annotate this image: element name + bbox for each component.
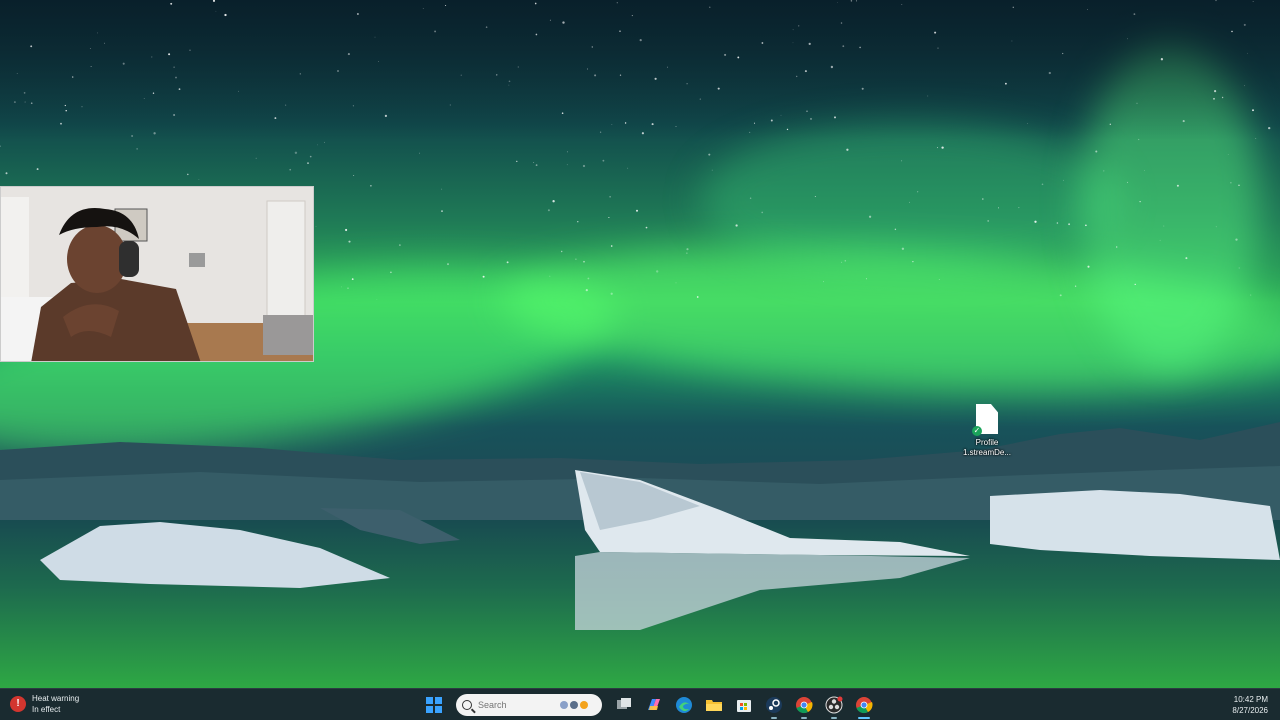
chrome-button[interactable]: [792, 693, 816, 719]
icebergs: [40, 470, 1280, 630]
obs-button[interactable]: [822, 693, 846, 719]
file-explorer-button[interactable]: [702, 693, 726, 717]
start-button[interactable]: [422, 693, 446, 717]
copilot-button[interactable]: [642, 693, 666, 717]
clock-time: 10:42 PM: [1233, 695, 1268, 704]
start-icon: [426, 697, 442, 713]
taskbar: ! Heat warning In effect Search 10:42 PM…: [0, 688, 1280, 720]
heat-warning-icon: !: [10, 696, 26, 712]
webcam-overlay: [0, 186, 314, 362]
microsoft-store-button[interactable]: [732, 693, 756, 717]
steam-button[interactable]: [762, 693, 786, 719]
microsoft-store-icon: [737, 700, 751, 712]
weather-title: Heat warning: [32, 694, 80, 703]
chrome-button-active[interactable]: [852, 693, 876, 719]
webcam-feed: [1, 187, 313, 361]
file-explorer-icon: [706, 700, 722, 711]
copilot-icon: [648, 699, 660, 710]
steam-icon: [766, 697, 782, 713]
task-view-button[interactable]: [612, 693, 636, 717]
desktop-icon-label: Profile 1.streamDe...: [962, 438, 1011, 457]
system-clock[interactable]: 10:42 PM 8/27/2026: [1232, 694, 1268, 716]
taskbar-center: [422, 692, 876, 719]
obs-icon: [825, 696, 843, 714]
clock-date: 8/27/2026: [1232, 706, 1268, 715]
edge-button[interactable]: [672, 693, 696, 717]
weather-widget[interactable]: ! Heat warning In effect: [10, 693, 79, 715]
chrome-icon: [796, 697, 813, 714]
search-icon: [462, 700, 472, 710]
desktop-icon-profile-file[interactable]: ✓ Profile 1.streamDe...: [958, 404, 1016, 458]
search-input[interactable]: [478, 700, 554, 710]
sync-ok-icon: ✓: [972, 426, 982, 436]
edge-icon: [676, 697, 692, 713]
search-highlight-icon: [560, 701, 588, 709]
task-view-icon: [617, 698, 631, 709]
weather-subtitle: In effect: [32, 705, 61, 714]
taskbar-search[interactable]: [456, 694, 602, 716]
chrome-icon: [856, 697, 873, 714]
